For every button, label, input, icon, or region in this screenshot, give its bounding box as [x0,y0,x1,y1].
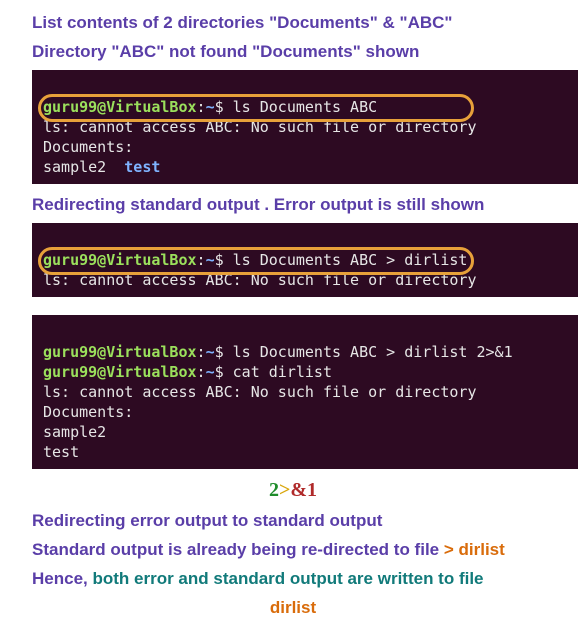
annotation-redir-file: > dirlist [444,540,505,559]
command-text: ls Documents ABC > dirlist 2>&1 [233,343,513,361]
prompt-path: ~ [206,251,215,269]
annotation-text: Redirecting error output to standard out… [32,511,382,530]
file-sample2: sample2 [43,158,106,176]
shell-prompt: guru99@VirtualBox:~$ [43,343,224,361]
error-text: ls: cannot access ABC: No such file or d… [43,271,476,289]
prompt-dollar: $ [215,343,224,361]
terminal-output: guru99@VirtualBox:~$ ls Documents ABC > … [32,315,578,469]
prompt-colon: : [197,363,206,381]
annotation-text: Directory "ABC" not found "Documents" sh… [32,42,419,61]
terminal-block-3: guru99@VirtualBox:~$ ls Documents ABC > … [32,315,578,469]
shell-prompt: guru99@VirtualBox:~$ [43,363,224,381]
dir-test: test [124,158,160,176]
shell-prompt: guru99@VirtualBox:~$ [43,251,224,269]
annotation-text: Standard output is already being re-dire… [32,540,444,559]
prompt-user-host: guru99@VirtualBox [43,343,197,361]
prompt-path: ~ [206,363,215,381]
spec-amp: & [290,479,307,501]
annotation-filename: dirlist [270,598,316,617]
prompt-path: ~ [206,343,215,361]
terminal-output: guru99@VirtualBox:~$ ls Documents ABC > … [32,223,578,297]
annotation-both: both error and standard output are writt… [92,569,483,588]
redirect-symbol-callout: 2>&1 [8,479,578,502]
annotation-hence: Hence, [32,569,92,588]
docs-header: Documents: [43,138,133,156]
spec-two: 2 [269,479,279,501]
annotation-dirlist: dirlist [8,597,578,620]
terminal-block-2: guru99@VirtualBox:~$ ls Documents ABC > … [32,223,578,297]
prompt-colon: : [197,343,206,361]
prompt-dollar: $ [215,98,224,116]
command-text: cat dirlist [233,363,332,381]
annotation-already-redirected: Standard output is already being re-dire… [32,539,578,562]
annotation-text: List contents of 2 directories "Document… [32,13,452,32]
shell-prompt: guru99@VirtualBox:~$ [43,98,224,116]
prompt-dollar: $ [215,251,224,269]
prompt-colon: : [197,251,206,269]
error-text: ls: cannot access ABC: No such file or d… [43,118,476,136]
annotation-redirect-stderr: Redirecting error output to standard out… [32,510,578,533]
command-text: ls Documents ABC [233,98,378,116]
annotation-redirect-stdout: Redirecting standard output . Error outp… [32,194,578,217]
spec-one: 1 [307,479,317,501]
prompt-colon: : [197,98,206,116]
annotation-abc-not-found: Directory "ABC" not found "Documents" sh… [32,41,578,64]
annotation-text: Redirecting standard output . Error outp… [32,195,484,214]
annotation-hence-both: Hence, both error and standard output ar… [32,568,578,591]
output-sample2: sample2 [43,423,106,441]
command-text: ls Documents ABC > dirlist [233,251,468,269]
output-error: ls: cannot access ABC: No such file or d… [43,383,476,401]
prompt-dollar: $ [215,363,224,381]
terminal-output: guru99@VirtualBox:~$ ls Documents ABC ls… [32,70,578,184]
terminal-block-1: guru99@VirtualBox:~$ ls Documents ABC ls… [32,70,578,184]
output-test: test [43,443,79,461]
prompt-user-host: guru99@VirtualBox [43,251,197,269]
prompt-path: ~ [206,98,215,116]
annotation-list-contents: List contents of 2 directories "Document… [32,12,578,35]
prompt-user-host: guru99@VirtualBox [43,363,197,381]
prompt-user-host: guru99@VirtualBox [43,98,197,116]
output-docs: Documents: [43,403,133,421]
spec-gt: > [279,479,290,501]
